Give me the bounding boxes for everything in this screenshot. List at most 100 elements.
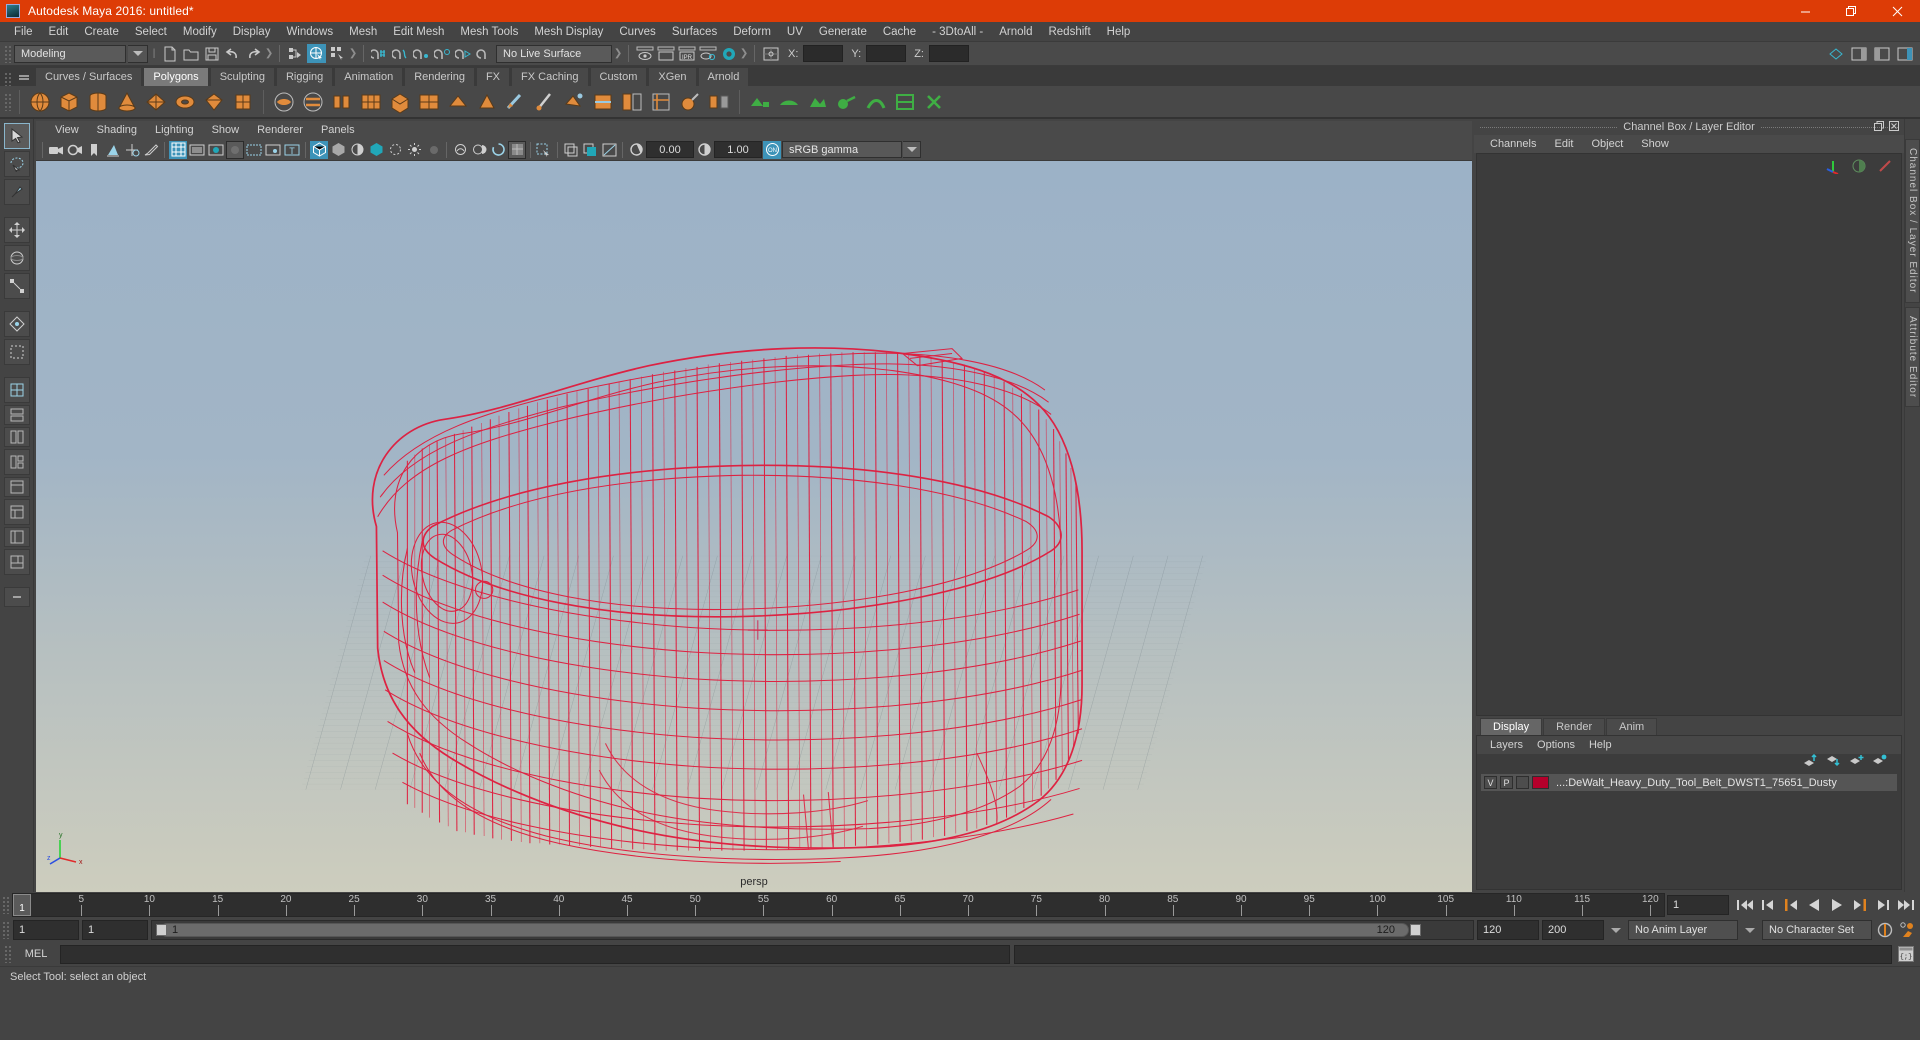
layer-menu-layers[interactable]: Layers [1483, 738, 1530, 752]
shelf-tab-xgen[interactable]: XGen [648, 67, 697, 86]
step-forward-key-button[interactable] [1850, 895, 1870, 915]
polygon-sphere-icon[interactable] [27, 89, 53, 115]
redo-icon[interactable] [244, 44, 263, 63]
menu-item-generate[interactable]: Generate [811, 24, 875, 40]
shelf-tab-curves-surfaces[interactable]: Curves / Surfaces [35, 67, 143, 86]
use-default-lighting-icon[interactable] [310, 140, 328, 159]
texture-toggle-icon[interactable] [508, 140, 526, 159]
script-editor-icon[interactable]: {;} [1896, 944, 1916, 964]
axis-z-field[interactable] [928, 45, 969, 62]
lasso-tool-button[interactable] [3, 151, 30, 177]
polygon-cube-icon[interactable] [56, 89, 82, 115]
side-tab-attribute-editor[interactable]: Attribute Editor [1905, 306, 1920, 407]
shelf-tab-polygons[interactable]: Polygons [143, 67, 209, 86]
close-tool-icon[interactable] [921, 89, 947, 115]
polygon-cylinder-icon[interactable] [85, 89, 111, 115]
character-set-selector[interactable]: No Character Set [1762, 920, 1872, 940]
channel-menu-show[interactable]: Show [1633, 137, 1677, 151]
shelf-tab-fx-caching[interactable]: FX Caching [511, 67, 589, 86]
menu-item-modify[interactable]: Modify [175, 24, 225, 40]
playback-start-field[interactable]: 1 [82, 920, 148, 940]
combine-icon[interactable] [271, 89, 297, 115]
gpu-cache-icon[interactable] [489, 141, 507, 159]
select-object-icon[interactable] [307, 44, 326, 63]
layer-playback-toggle[interactable]: P [1500, 776, 1513, 789]
channel-box-area[interactable] [1476, 153, 1902, 716]
shelf-tab-rendering[interactable]: Rendering [404, 67, 475, 86]
menuset-selector[interactable]: Modeling [14, 44, 126, 63]
green-tool-5-icon[interactable] [863, 89, 889, 115]
transform-axes-icon[interactable] [1825, 158, 1841, 179]
layout-two-pane-button[interactable] [3, 405, 30, 425]
shelf-menu-icon[interactable] [16, 70, 32, 86]
exposure-value-field[interactable]: 0.00 [646, 141, 694, 158]
toolbox-expand-button[interactable] [3, 587, 30, 607]
flat-shade-icon[interactable] [226, 140, 244, 159]
layer-menu-help[interactable]: Help [1582, 738, 1619, 752]
use-all-lights-icon[interactable] [329, 141, 347, 159]
character-set-dropdown-arrow[interactable] [1741, 927, 1759, 933]
live-surface-field[interactable]: No Live Surface [496, 44, 612, 63]
layout-single-button[interactable] [3, 377, 30, 403]
menu-item-create[interactable]: Create [76, 24, 127, 40]
move-layer-down-icon[interactable] [1826, 754, 1841, 772]
xray-icon[interactable] [264, 141, 282, 159]
range-start-handle[interactable] [156, 924, 167, 936]
bookmark-icon[interactable] [85, 141, 103, 159]
move-tool-button[interactable] [3, 217, 30, 243]
polygon-prism-icon[interactable] [201, 89, 227, 115]
show-hide-tool-settings-icon[interactable] [1872, 44, 1891, 63]
shadows-icon[interactable] [348, 141, 366, 159]
smooth-icon[interactable] [416, 89, 442, 115]
play-backwards-button[interactable] [1804, 895, 1824, 915]
menu-item-deform[interactable]: Deform [725, 24, 779, 40]
multisample-icon[interactable] [405, 141, 423, 159]
close-button[interactable] [1874, 0, 1920, 22]
render-current-frame-icon[interactable] [635, 44, 654, 63]
sculpt-icon[interactable] [677, 89, 703, 115]
menuset-dropdown-arrow[interactable] [128, 44, 148, 63]
green-tool-4-icon[interactable] [834, 89, 860, 115]
snap-curve-icon[interactable] [391, 44, 410, 63]
ambient-occlusion-icon[interactable] [367, 141, 385, 159]
menu-item-redshift[interactable]: Redshift [1040, 24, 1098, 40]
menu-item-uv[interactable]: UV [779, 24, 811, 40]
layer-name[interactable]: ...:DeWalt_Heavy_Duty_Tool_Belt_DWST1_75… [1556, 777, 1837, 789]
quad-draw-icon[interactable] [503, 89, 529, 115]
menu-item-arnold[interactable]: Arnold [991, 24, 1040, 40]
range-end-total-field[interactable]: 200 [1542, 920, 1604, 940]
shelf-icons-gripper[interactable] [4, 92, 12, 111]
viewport-menu-lighting[interactable]: Lighting [146, 123, 203, 137]
command-line-gripper[interactable] [4, 945, 12, 963]
axis-y-field[interactable] [866, 45, 907, 62]
viewport-menu-panels[interactable]: Panels [312, 123, 364, 137]
auto-keyframe-toggle-icon[interactable] [1875, 920, 1895, 940]
menu-item-mesh[interactable]: Mesh [341, 24, 385, 40]
undo-icon[interactable] [223, 44, 242, 63]
anim-layer-selector[interactable]: No Anim Layer [1628, 920, 1738, 940]
shelf-tab-arnold[interactable]: Arnold [697, 67, 750, 86]
menu-item-mesh-display[interactable]: Mesh Display [526, 24, 611, 40]
menu-item-help[interactable]: Help [1099, 24, 1139, 40]
layout-hypershade-button[interactable] [3, 499, 30, 525]
layer-tab-render[interactable]: Render [1543, 718, 1606, 735]
menu-item-cache[interactable]: Cache [875, 24, 924, 40]
select-marquee-icon[interactable] [535, 141, 553, 159]
show-hide-modeling-toolkit-icon[interactable] [1826, 44, 1845, 63]
new-layer-from-selection-icon[interactable] [1872, 754, 1887, 772]
time-slider-track[interactable]: 5 10 15 20 25 30 35 40 45 50 55 60 65 70 75 80 85 90 95 100… [12, 893, 1665, 917]
shelf-tab-fx[interactable]: FX [475, 67, 511, 86]
green-tool-3-icon[interactable] [805, 89, 831, 115]
mirror-icon[interactable] [706, 89, 732, 115]
color-management-toggle-icon[interactable]: ON [763, 140, 781, 159]
xray-toggle-icon[interactable] [470, 141, 488, 159]
time-slider-gripper[interactable] [2, 896, 10, 914]
smooth-shade-selected-icon[interactable] [207, 141, 225, 159]
channel-menu-edit[interactable]: Edit [1546, 137, 1581, 151]
render-settings-icon[interactable] [698, 44, 717, 63]
layer-color-swatch[interactable] [1532, 776, 1549, 789]
playback-end-field[interactable]: 120 [1477, 920, 1539, 940]
layer-tab-display[interactable]: Display [1480, 718, 1543, 735]
snap-point-icon[interactable] [412, 44, 431, 63]
bevel-icon[interactable] [358, 89, 384, 115]
